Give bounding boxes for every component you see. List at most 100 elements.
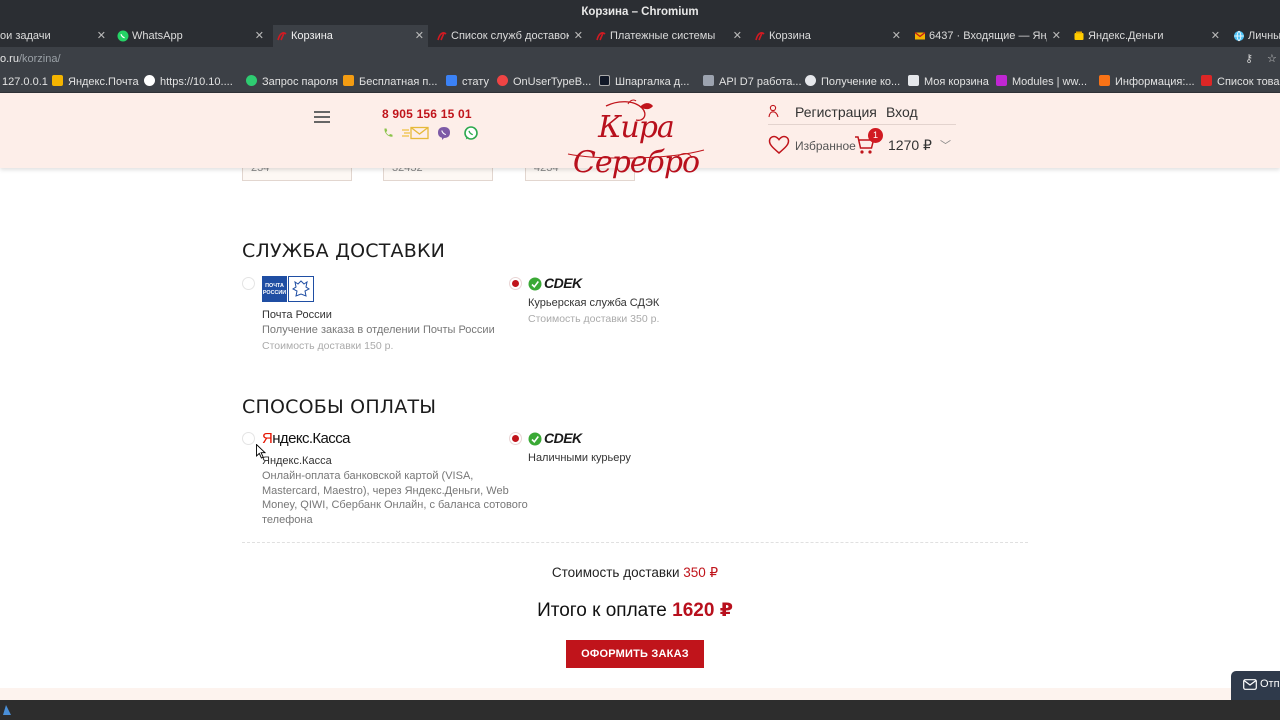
tab-cart-active[interactable]: Корзина ✕ bbox=[273, 25, 428, 47]
bookmark-icon bbox=[497, 75, 508, 86]
yandex-kassa-logo: Яндекс.Касса bbox=[262, 430, 350, 447]
footer bbox=[0, 688, 1280, 700]
tab-delivery-list[interactable]: Список служб доставок ✕ bbox=[433, 25, 587, 47]
order-total-value: 1620 ₽ bbox=[672, 600, 733, 621]
tab-label: ои задачи bbox=[0, 30, 51, 42]
phone-icon[interactable] bbox=[382, 127, 394, 139]
shield-icon bbox=[446, 75, 457, 86]
cdek-icon bbox=[528, 432, 542, 446]
payment-radio-cash[interactable] bbox=[509, 432, 522, 445]
bookmark-api-d7[interactable]: API D7 работа... bbox=[703, 71, 802, 92]
window-title: Корзина – Chromium bbox=[0, 0, 1280, 25]
mail-icon bbox=[914, 32, 926, 40]
bookmark-status[interactable]: стату bbox=[446, 71, 489, 92]
envelope-icon bbox=[1243, 679, 1257, 690]
bookmark-localhost[interactable]: 127.0.0.1 bbox=[2, 71, 48, 92]
close-tab-icon[interactable]: ✕ bbox=[1052, 25, 1061, 47]
summary-divider bbox=[242, 542, 1028, 543]
order-total: Итого к оплате 1620 ₽ bbox=[537, 600, 733, 621]
mail-icon bbox=[52, 75, 63, 86]
bookmark-free[interactable]: Бесплатная п... bbox=[343, 71, 437, 92]
delivery-cost-summary: Стоимость доставки 350 ₽ bbox=[551, 565, 719, 580]
tab-payment-systems[interactable]: Платежные системы ✕ bbox=[592, 25, 746, 47]
cdek-logo: CDEK bbox=[528, 430, 588, 447]
github-icon bbox=[805, 75, 816, 86]
bookmark-icon bbox=[1201, 75, 1212, 86]
cdek-icon bbox=[528, 277, 542, 291]
payment-option-name: Яндекс.Касса bbox=[262, 455, 332, 467]
payment-radio-yandex-kassa[interactable] bbox=[242, 432, 255, 445]
menu-icon[interactable] bbox=[314, 111, 330, 123]
app-launcher-icon[interactable] bbox=[2, 704, 12, 716]
bookmark-my-cart[interactable]: Моя корзина bbox=[908, 71, 989, 92]
kira-icon bbox=[277, 32, 287, 41]
register-link[interactable]: Регистрация bbox=[795, 104, 877, 120]
tab-yandex-money[interactable]: Яндекс.Деньги ✕ bbox=[1070, 25, 1224, 47]
address-bar[interactable]: o.ru/korzina/ ⚷ ☆ bbox=[0, 47, 1280, 71]
tab-personal[interactable]: Личны bbox=[1230, 25, 1280, 47]
bookmark-password[interactable]: Запрос пароля bbox=[246, 71, 338, 92]
bookmark-github[interactable]: Получение ко... bbox=[805, 71, 900, 92]
delivery-option-name: Курьерская служба СДЭК bbox=[528, 297, 660, 309]
delivery-radio-pochta[interactable] bbox=[242, 277, 255, 290]
tab-yandex-mail[interactable]: 6437 · Входящие — Янде ✕ bbox=[911, 25, 1065, 47]
bookmarks-bar: 127.0.0.1 Яндекс.Почта https://10.10....… bbox=[0, 71, 1280, 93]
bookmark-product-list[interactable]: Список товар bbox=[1201, 71, 1280, 92]
user-icon bbox=[768, 104, 779, 118]
url-text[interactable]: o.ru/korzina/ bbox=[0, 47, 61, 71]
viber-icon[interactable] bbox=[437, 126, 451, 141]
os-taskbar bbox=[0, 700, 1280, 720]
bookmark-yandex-mail[interactable]: Яндекс.Почта bbox=[52, 71, 139, 92]
bookmark-onusertype[interactable]: OnUserTypeB... bbox=[497, 71, 591, 92]
tab-whatsapp[interactable]: WhatsApp ✕ bbox=[114, 25, 268, 47]
delivery-section-title: СЛУЖБА ДОСТАВКИ bbox=[242, 240, 446, 262]
site-logo[interactable]: Кира Серебро bbox=[558, 98, 714, 180]
delivery-option-cost: Стоимость доставки 350 р. bbox=[528, 313, 660, 325]
close-tab-icon[interactable]: ✕ bbox=[733, 25, 742, 47]
close-tab-icon[interactable]: ✕ bbox=[892, 25, 901, 47]
close-tab-icon[interactable]: ✕ bbox=[415, 25, 424, 47]
close-tab-icon[interactable]: ✕ bbox=[97, 25, 106, 47]
chevron-down-icon[interactable]: ﹀ bbox=[940, 137, 951, 153]
star-icon[interactable]: ☆ bbox=[1267, 52, 1277, 65]
cdek-logo: CDEK bbox=[528, 275, 588, 292]
delivery-option-cost: Стоимость доставки 150 р. bbox=[262, 340, 394, 352]
tab-label: Корзина bbox=[291, 30, 333, 42]
email-icon[interactable] bbox=[402, 126, 430, 140]
globe-icon bbox=[1234, 30, 1244, 42]
bookmark-info[interactable]: Информация:... bbox=[1099, 71, 1195, 92]
bookmark-cheatsheet[interactable]: Шпаргалка д... bbox=[599, 71, 689, 92]
favorites-link[interactable]: Избранное bbox=[795, 139, 856, 153]
kira-icon bbox=[437, 32, 447, 41]
cart-count-badge: 1 bbox=[868, 128, 883, 143]
delivery-option-name: Почта России bbox=[262, 309, 332, 321]
payment-option-desc: Онлайн-оплата банковской картой (VISA, M… bbox=[262, 470, 528, 526]
place-order-button[interactable]: ОФОРМИТЬ ЗАКАЗ bbox=[566, 640, 704, 668]
bookmark-icon bbox=[343, 75, 354, 86]
mouse-cursor-icon bbox=[256, 444, 266, 459]
bookmark-icon bbox=[908, 75, 919, 86]
bookmark-icon bbox=[996, 75, 1007, 86]
close-tab-icon[interactable]: ✕ bbox=[255, 25, 264, 47]
bookmark-ip[interactable]: https://10.10.... bbox=[144, 71, 233, 92]
tab-cart[interactable]: Корзина ✕ bbox=[751, 25, 905, 47]
close-tab-icon[interactable]: ✕ bbox=[574, 25, 583, 47]
delivery-radio-cdek[interactable] bbox=[509, 277, 522, 290]
phone-number[interactable]: 8 905 156 15 01 bbox=[382, 107, 472, 121]
pochta-rossii-logo: ПОЧТА РОССИИ bbox=[262, 276, 314, 302]
bookmark-icon bbox=[1099, 75, 1110, 86]
login-link[interactable]: Вход bbox=[886, 104, 918, 120]
tab-tasks[interactable]: ои задачи ✕ bbox=[0, 25, 110, 47]
whatsapp-icon[interactable] bbox=[464, 126, 478, 141]
key-icon[interactable]: ⚷ bbox=[1245, 52, 1253, 65]
heart-icon[interactable] bbox=[768, 135, 790, 155]
close-tab-icon[interactable]: ✕ bbox=[1211, 25, 1220, 47]
tab-strip: ои задачи ✕ WhatsApp ✕ Корзина ✕ Список … bbox=[0, 25, 1280, 47]
bookmark-modules[interactable]: Modules | ww... bbox=[996, 71, 1087, 92]
tab-label: Платежные системы bbox=[610, 30, 716, 42]
payment-option-name: Наличными курьеру bbox=[528, 452, 631, 464]
cart-total[interactable]: 1270 ₽ bbox=[888, 137, 932, 154]
leaf-icon bbox=[246, 75, 257, 86]
chat-widget[interactable]: Отпр bbox=[1231, 671, 1280, 700]
tab-label: Список служб доставок bbox=[451, 30, 569, 42]
